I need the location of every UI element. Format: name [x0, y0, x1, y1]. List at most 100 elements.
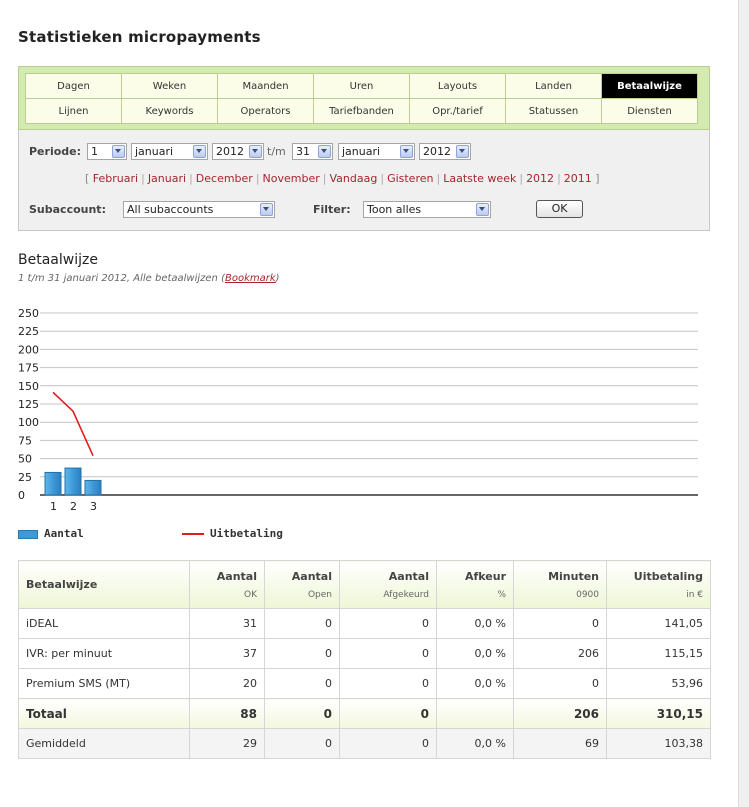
tab-opr-tarief[interactable]: Opr./tarief — [409, 98, 506, 124]
x-tick-label: 1 — [50, 500, 57, 513]
average-aantal-ok: 29 — [189, 728, 265, 759]
from-year-select[interactable]: 2012 — [212, 143, 264, 160]
cell-betaalwijze: iDEAL — [18, 608, 190, 639]
tab-lijnen[interactable]: Lijnen — [25, 98, 122, 124]
y-tick-label: 225 — [18, 325, 39, 338]
bracket-open: [ — [85, 172, 90, 185]
table-row: Premium SMS (MT) 20 0 0 0,0 % 0 53,96 — [18, 668, 711, 699]
link-januari[interactable]: Januari — [148, 172, 186, 185]
tab-statussen[interactable]: Statussen — [505, 98, 602, 124]
tab-weken[interactable]: Weken — [121, 73, 218, 99]
to-day-value: 31 — [296, 145, 310, 158]
to-day-select[interactable]: 31 — [292, 143, 333, 160]
bar-aantal — [44, 471, 62, 496]
cell-betaalwijze: IVR: per minuut — [18, 638, 190, 669]
to-year-select[interactable]: 2012 — [419, 143, 471, 160]
tab-landen[interactable]: Landen — [505, 73, 602, 99]
cell-minuten: 0 — [513, 608, 607, 639]
filter-select[interactable]: Toon alles — [363, 201, 491, 218]
cell-afkeur: 0,0 % — [436, 608, 514, 639]
filter-value: Toon alles — [367, 203, 422, 216]
y-tick-label: 175 — [18, 362, 39, 375]
subaccount-select[interactable]: All subaccounts — [123, 201, 275, 218]
cell-aantal-afgekeurd: 0 — [339, 608, 437, 639]
total-afkeur — [436, 698, 514, 729]
chevron-down-icon — [112, 145, 125, 158]
y-tick-label: 25 — [18, 471, 32, 484]
subaccount-value: All subaccounts — [127, 203, 214, 216]
from-day-value: 1 — [91, 145, 98, 158]
col-betaalwijze: Betaalwijze — [18, 560, 190, 609]
average-afkeur: 0,0 % — [436, 728, 514, 759]
cell-aantal-afgekeurd: 0 — [339, 668, 437, 699]
period-description: 1 t/m 31 januari 2012, Alle betaalwijzen — [18, 273, 218, 284]
col-uitbetaling: Uitbetaling in € — [606, 560, 711, 609]
to-month-select[interactable]: januari — [338, 143, 415, 160]
y-tick-label: 150 — [18, 380, 39, 393]
link-vandaag[interactable]: Vandaag — [330, 172, 378, 185]
x-tick-label: 2 — [70, 500, 77, 513]
from-month-value: januari — [135, 145, 174, 158]
total-label: Totaal — [18, 698, 190, 729]
link-2011[interactable]: 2011 — [564, 172, 592, 185]
chevron-down-icon — [318, 145, 331, 158]
tab-layouts[interactable]: Layouts — [409, 73, 506, 99]
col-aantal-afgekeurd: Aantal Afgekeurd — [339, 560, 437, 609]
bookmark-link[interactable]: Bookmark — [225, 273, 276, 284]
cell-aantal-ok: 37 — [189, 638, 265, 669]
tab-operators[interactable]: Operators — [217, 98, 314, 124]
link-december[interactable]: December — [196, 172, 253, 185]
link-november[interactable]: November — [263, 172, 320, 185]
cell-minuten: 206 — [513, 638, 607, 669]
link-gisteren[interactable]: Gisteren — [387, 172, 433, 185]
page-scrollbar[interactable] — [738, 0, 749, 807]
bar-aantal — [64, 467, 82, 496]
tab-keywords[interactable]: Keywords — [121, 98, 218, 124]
payments-table: Betaalwijze Aantal OK Aantal Open Aantal Af… — [18, 560, 711, 759]
tab-diensten[interactable]: Diensten — [601, 98, 698, 124]
cell-afkeur: 0,0 % — [436, 668, 514, 699]
table-header-row: Betaalwijze Aantal OK Aantal Open Aantal Af… — [18, 560, 711, 609]
line-swatch-icon — [182, 533, 204, 535]
section-subtitle: 1 t/m 31 januari 2012, Alle betaalwijzen… — [18, 273, 280, 284]
link-2012[interactable]: 2012 — [526, 172, 554, 185]
col-minuten: Minuten 0900 — [513, 560, 607, 609]
tab-maanden[interactable]: Maanden — [217, 73, 314, 99]
tab-dagen[interactable]: Dagen — [25, 73, 122, 99]
total-uitbetaling: 310,15 — [606, 698, 711, 729]
average-minuten: 69 — [513, 728, 607, 759]
quick-period-links: [ Februari | Januari | December | November | Van… — [85, 172, 600, 185]
cell-aantal-ok: 20 — [189, 668, 265, 699]
cell-aantal-afgekeurd: 0 — [339, 638, 437, 669]
nav-row-2: Lijnen Keywords Operators Tariefbanden O… — [25, 98, 698, 124]
y-tick-label: 200 — [18, 343, 39, 356]
from-day-select[interactable]: 1 — [87, 143, 127, 160]
chevron-down-icon — [260, 203, 273, 216]
tab-tariefbanden[interactable]: Tariefbanden — [313, 98, 410, 124]
y-tick-label: 75 — [18, 434, 32, 447]
link-februari[interactable]: Februari — [93, 172, 138, 185]
from-month-select[interactable]: januari — [131, 143, 208, 160]
ok-button[interactable]: OK — [536, 200, 583, 218]
bar-aantal — [84, 479, 102, 496]
cell-uitbetaling: 53,96 — [606, 668, 711, 699]
tab-betaalwijze[interactable]: Betaalwijze — [601, 73, 698, 99]
legend-aantal: Aantal — [18, 527, 84, 540]
link-laatste-week[interactable]: Laatste week — [443, 172, 516, 185]
average-aantal-afgekeurd: 0 — [339, 728, 437, 759]
total-aantal-open: 0 — [264, 698, 340, 729]
from-year-value: 2012 — [216, 145, 244, 158]
page-title: Statistieken micropayments — [18, 28, 261, 46]
tm-label: t/m — [267, 145, 286, 158]
tab-uren[interactable]: Uren — [313, 73, 410, 99]
total-minuten: 206 — [513, 698, 607, 729]
payments-chart: 0 25 50 75 100 125 150 175 200 225 250 1 2 3 — [18, 307, 698, 513]
cell-uitbetaling: 115,15 — [606, 638, 711, 669]
y-tick-label: 125 — [18, 398, 39, 411]
average-aantal-open: 0 — [264, 728, 340, 759]
to-month-value: januari — [342, 145, 381, 158]
y-tick-label: 50 — [18, 453, 32, 466]
average-uitbetaling: 103,38 — [606, 728, 711, 759]
cell-aantal-open: 0 — [264, 638, 340, 669]
legend-uitbetaling-label: Uitbetaling — [210, 527, 283, 540]
